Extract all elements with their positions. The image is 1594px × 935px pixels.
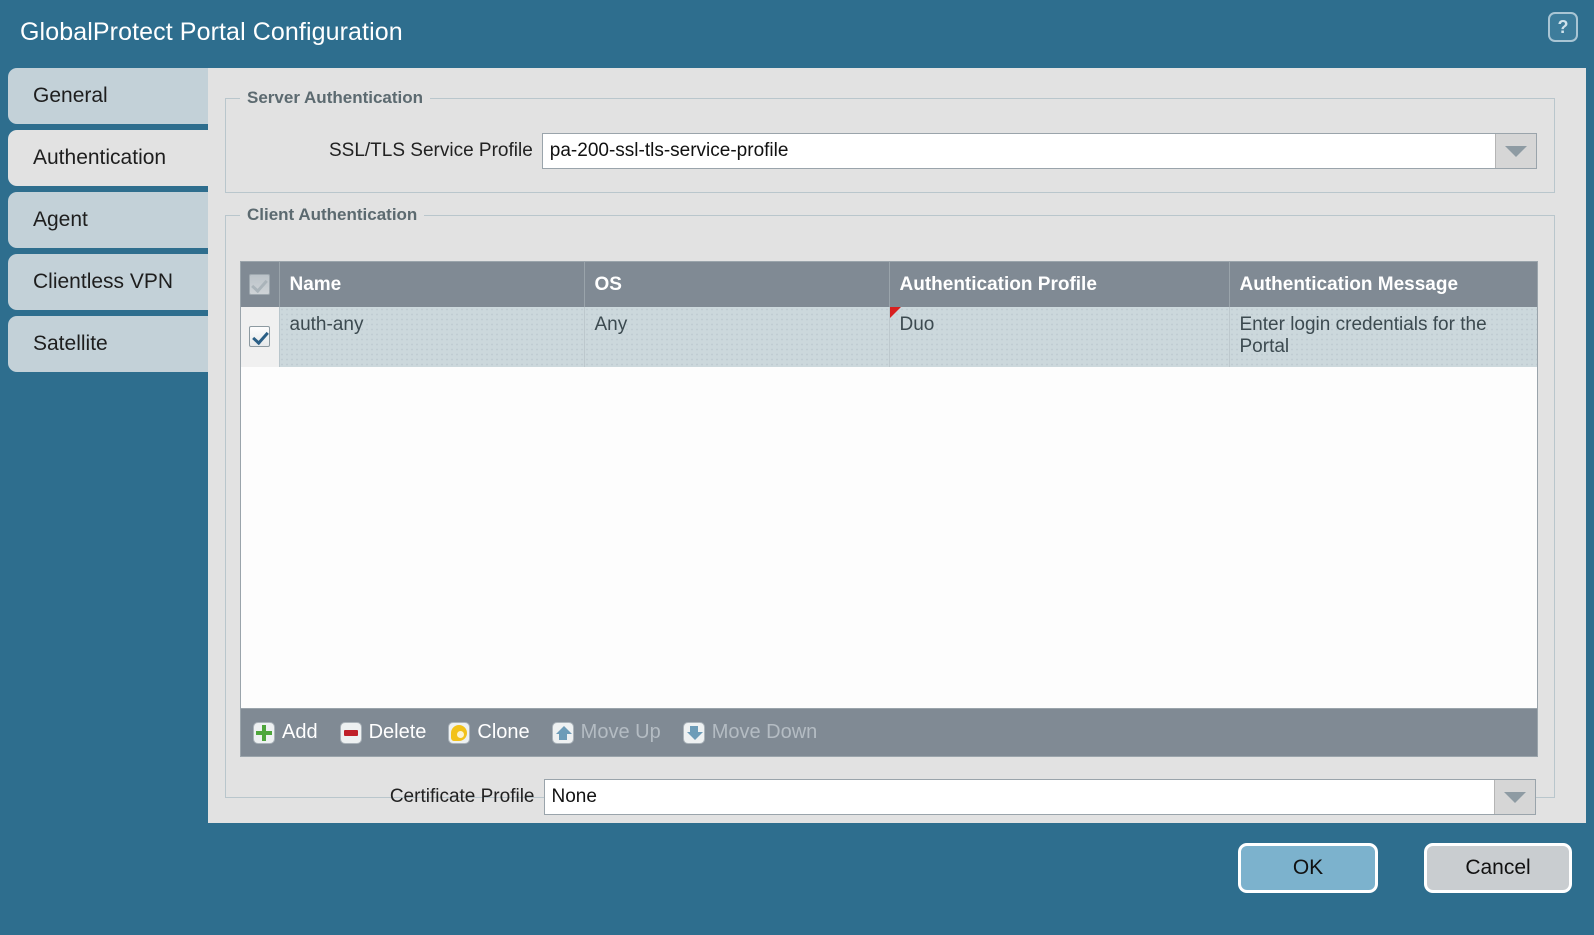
column-header-name[interactable]: Name (279, 262, 585, 307)
minus-icon (339, 721, 362, 744)
delete-button[interactable]: Delete (339, 721, 427, 744)
table-toolbar: Add Delete Clone Move Up Move Down (240, 709, 1538, 757)
clone-icon (448, 721, 471, 744)
dialog-title-bar: GlobalProtect Portal Configuration ? (0, 0, 1594, 68)
chevron-down-icon[interactable] (1494, 780, 1535, 814)
cancel-button[interactable]: Cancel (1424, 843, 1572, 893)
clone-button[interactable]: Clone (448, 721, 530, 744)
ssl-tls-service-profile-row: SSL/TLS Service Profile pa-200-ssl-tls-s… (282, 133, 1537, 169)
tab-agent[interactable]: Agent (8, 192, 218, 248)
server-authentication-group: Server Authentication SSL/TLS Service Pr… (225, 88, 1555, 193)
delete-button-label: Delete (368, 721, 427, 743)
certificate-profile-dropdown[interactable]: None (543, 779, 1536, 815)
ssl-tls-service-profile-label: SSL/TLS Service Profile (328, 140, 533, 161)
arrow-down-icon (682, 721, 705, 744)
select-all-checkbox[interactable] (249, 273, 271, 295)
chevron-down-icon[interactable] (1495, 134, 1536, 168)
ssl-tls-service-profile-value: pa-200-ssl-tls-service-profile (542, 134, 1495, 168)
column-header-os[interactable]: OS (584, 262, 890, 307)
move-down-button-label: Move Down (711, 721, 818, 743)
client-authentication-table: Name OS Authentication Profile Authentic… (240, 261, 1538, 709)
cell-name: auth-any (279, 307, 585, 367)
cell-authentication-profile-text: Duo (899, 314, 935, 335)
dialog-footer: OK Cancel (0, 823, 1594, 935)
dialog-title: GlobalProtect Portal Configuration (20, 18, 403, 46)
clone-button-label: Clone (477, 721, 530, 743)
tab-authentication[interactable]: Authentication (8, 130, 220, 186)
table-header-row: Name OS Authentication Profile Authentic… (241, 262, 1537, 307)
tab-list: General Authentication Agent Clientless … (0, 68, 220, 378)
tab-general[interactable]: General (8, 68, 218, 124)
select-all-header[interactable] (241, 262, 280, 307)
add-button[interactable]: Add (253, 721, 318, 744)
modified-marker-icon (889, 307, 901, 318)
cell-authentication-profile: Duo (889, 307, 1230, 367)
column-header-authentication-message[interactable]: Authentication Message (1229, 262, 1537, 307)
help-question-icon[interactable]: ? (1548, 12, 1578, 42)
plus-icon (253, 721, 275, 744)
table-row[interactable]: auth-any Any Duo Enter login credentials… (241, 307, 1537, 367)
row-select-cell[interactable] (241, 307, 280, 367)
client-authentication-legend: Client Authentication (240, 205, 425, 225)
client-authentication-group: Client Authentication Name OS Authentica… (225, 205, 1555, 815)
tab-clientless-vpn[interactable]: Clientless VPN (8, 254, 218, 310)
column-header-authentication-profile[interactable]: Authentication Profile (889, 262, 1230, 307)
arrow-up-icon (551, 721, 574, 744)
cell-os: Any (584, 307, 890, 367)
row-checkbox[interactable] (249, 326, 271, 348)
ok-button[interactable]: OK (1238, 843, 1378, 893)
certificate-profile-row: Certificate Profile None (336, 779, 1536, 815)
certificate-profile-value: None (544, 780, 1494, 814)
authentication-panel: Server Authentication SSL/TLS Service Pr… (208, 68, 1586, 823)
move-up-button-label: Move Up (580, 721, 661, 743)
move-up-button: Move Up (551, 721, 661, 744)
tab-satellite[interactable]: Satellite (8, 316, 218, 372)
ssl-tls-service-profile-dropdown[interactable]: pa-200-ssl-tls-service-profile (541, 133, 1537, 169)
move-down-button: Move Down (682, 721, 818, 744)
add-button-label: Add (282, 721, 318, 743)
certificate-profile-label: Certificate Profile (389, 786, 535, 807)
server-authentication-legend: Server Authentication (240, 88, 431, 108)
cell-authentication-message: Enter login credentials for the Portal (1229, 307, 1537, 367)
